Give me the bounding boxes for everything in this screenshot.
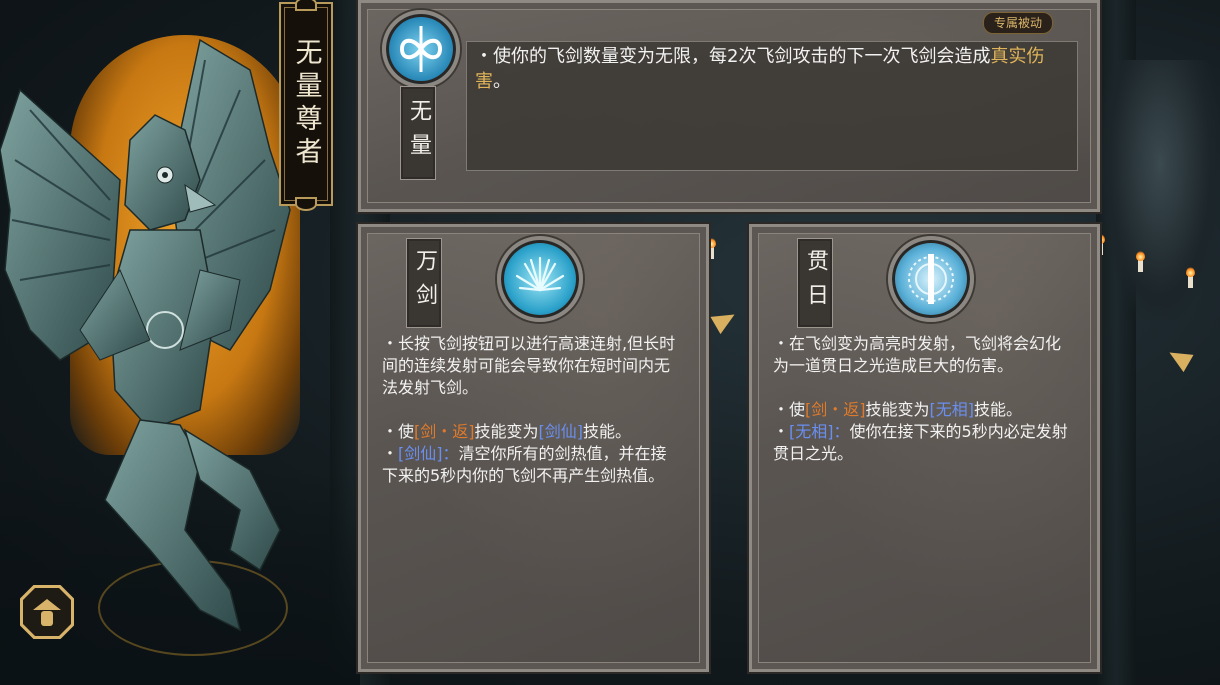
skill-change-line: ・使[剑・返]技能变为[无相]技能。 — [773, 399, 1075, 421]
banner-ornament — [295, 197, 317, 211]
description-text: 。 — [493, 71, 511, 92]
skill-description-wanjian: ・长按飞剑按钮可以进行高速连射,但长时间的连续发射可能会导致你在短时间内无法发射… — [378, 331, 683, 489]
text: ・使 — [382, 422, 415, 441]
skill-tag-wuxiang: [无相]： — [789, 422, 850, 441]
skill-description-guanri: ・在飞剑变为高亮时发射，飞剑将会幻化为一道贯日之光造成巨大的伤害。 ・使[剑・返… — [769, 331, 1079, 467]
garuda-statue-image — [0, 38, 291, 632]
character-title: 无量尊者 — [290, 38, 322, 170]
myriad-swords-icon[interactable] — [497, 236, 583, 322]
skill-effect-line: ・[剑仙]：清空你所有的剑热值，并在接下来的5秒内你的飞剑不再产生剑热值。 — [382, 444, 667, 485]
candle — [707, 238, 716, 259]
description-text: ・使你的飞剑数量变为无限，每2次飞剑攻击的下一次飞剑会造成 — [475, 46, 991, 67]
candle — [1136, 251, 1145, 272]
left-arrow-icon[interactable] — [710, 305, 740, 335]
candle — [1186, 267, 1195, 288]
skill-name: 贯日 — [803, 249, 828, 317]
skill-tag-jianxian: [剑仙] — [538, 422, 584, 441]
skill-change-line: ・使[剑・返]技能变为[剑仙]技能。 — [382, 421, 679, 443]
straw-hat-button[interactable] — [20, 585, 74, 639]
right-arrow-icon[interactable] — [1164, 343, 1194, 373]
skill-tag-jianfan: [剑・返] — [805, 400, 866, 419]
sun-piercing-icon[interactable] — [888, 236, 974, 322]
exclusive-passive-badge: 专属被动 — [983, 12, 1054, 34]
banner-ornament — [295, 0, 317, 11]
straw-hat-icon — [23, 588, 71, 636]
skill-name-plate: 贯日 — [797, 238, 833, 328]
skill-tag-wuxiang: [无相] — [929, 400, 975, 419]
text: 技能。 — [974, 400, 1023, 419]
skill-tag-jianfan: [剑・返] — [414, 422, 475, 441]
infinity-sword-icon[interactable] — [382, 10, 460, 88]
text: ・使 — [773, 400, 806, 419]
text: 技能。 — [583, 422, 632, 441]
skill-tag-jianxian: [剑仙]： — [398, 444, 459, 463]
skill-effect-line: ・[无相]：使你在接下来的5秒内必定发射贯日之光。 — [773, 422, 1068, 463]
skill-name: 万剑 — [412, 249, 437, 317]
exclusive-passive-name-plate: 无量 — [400, 86, 436, 180]
skill-name-plate: 万剑 — [406, 238, 442, 328]
exclusive-passive-description: ・使你的飞剑数量变为无限，每2次飞剑攻击的下一次飞剑会造成真实伤害。 — [466, 41, 1078, 171]
character-title-banner: 无量尊者 — [279, 0, 333, 211]
exclusive-passive-name: 无量 — [406, 99, 431, 167]
text: 技能变为 — [865, 400, 930, 419]
skill-intro: ・长按飞剑按钮可以进行高速连射,但长时间的连续发射可能会导致你在短时间内无法发射… — [382, 334, 676, 397]
background-statue — [1100, 60, 1220, 320]
text: 技能变为 — [474, 422, 539, 441]
skill-intro: ・在飞剑变为高亮时发射，飞剑将会幻化为一道贯日之光造成巨大的伤害。 — [773, 334, 1062, 375]
